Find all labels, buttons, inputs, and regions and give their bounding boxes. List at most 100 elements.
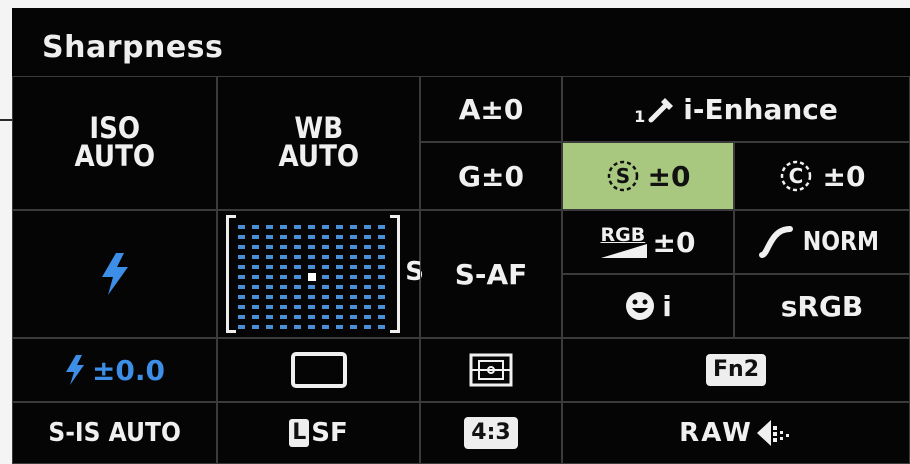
af-point: [308, 305, 315, 309]
af-point: [336, 315, 343, 319]
raw-label: RAW: [679, 418, 753, 448]
af-point: [322, 295, 329, 299]
wb-value: AUTO: [278, 139, 359, 173]
af-point: [336, 295, 343, 299]
drive-mode-setting[interactable]: [217, 338, 420, 402]
af-point: [308, 295, 315, 299]
af-point: [294, 315, 301, 319]
af-point: [350, 245, 357, 249]
af-point: [238, 265, 245, 269]
af-point: [350, 235, 357, 239]
gradation-curve-icon: [758, 225, 794, 259]
af-point: [322, 285, 329, 289]
af-point: [378, 315, 385, 319]
af-point: [364, 295, 371, 299]
stabilizer-setting[interactable]: S-IS AUTO: [12, 402, 217, 464]
wb-green-value: G±0: [458, 159, 524, 193]
af-point: [364, 265, 371, 269]
gradation-label: NORM: [802, 227, 880, 257]
af-point: [336, 285, 343, 289]
af-point: [308, 285, 315, 289]
color-space-setting[interactable]: sRGB: [734, 274, 910, 338]
flash-compensation-setting[interactable]: ±0.0: [12, 338, 217, 402]
magic-wand-icon: [647, 94, 677, 124]
saturation-label: RGB: [600, 224, 646, 246]
af-point: [364, 275, 371, 279]
flash-icon: [98, 251, 132, 297]
af-point: [280, 285, 287, 289]
af-point: [322, 245, 329, 249]
af-point: [238, 245, 245, 249]
af-point: [378, 225, 385, 229]
af-point: [252, 295, 259, 299]
contrast-icon: C: [779, 159, 813, 193]
white-balance-setting[interactable]: WB AUTO: [217, 76, 420, 210]
af-point: [378, 305, 385, 309]
picture-mode-setting[interactable]: 1 i-Enhance: [562, 76, 910, 142]
sharpness-setting[interactable]: S ±0: [562, 142, 734, 210]
image-quality-setting[interactable]: L SF: [217, 402, 420, 464]
fn2-setting[interactable]: Fn2: [562, 338, 910, 402]
stabilizer-label: S-IS AUTO: [48, 418, 181, 448]
af-point: [252, 255, 259, 259]
af-point: [322, 235, 329, 239]
af-point: [308, 325, 315, 329]
af-point: [308, 235, 315, 239]
iso-setting[interactable]: ISO AUTO: [12, 76, 217, 210]
aspect-ratio-badge: 4:3: [464, 417, 518, 449]
af-point: [252, 235, 259, 239]
wb-amber-adjust[interactable]: A±0: [420, 76, 562, 142]
af-point: [280, 295, 287, 299]
raw-setting[interactable]: RAW: [562, 402, 910, 464]
picture-mode-number: 1: [634, 106, 646, 126]
af-point: [238, 315, 245, 319]
af-point: [322, 275, 329, 279]
af-point: [336, 265, 343, 269]
af-point: [308, 245, 315, 249]
af-point: [252, 305, 259, 309]
wb-green-adjust[interactable]: G±0: [420, 142, 562, 210]
af-point: [378, 275, 385, 279]
af-point: [294, 265, 301, 269]
af-point: [364, 305, 371, 309]
af-point: [252, 325, 259, 329]
af-point: [364, 325, 371, 329]
contrast-setting[interactable]: C ±0: [734, 142, 910, 210]
af-point: [378, 285, 385, 289]
af-point: [238, 285, 245, 289]
af-point: [280, 245, 287, 249]
af-point: [252, 225, 259, 229]
face-priority-label: i: [662, 289, 672, 323]
af-point: [350, 305, 357, 309]
af-point: [322, 255, 329, 259]
face-priority-setting[interactable]: i: [562, 274, 734, 338]
single-frame-icon: [290, 352, 347, 388]
flash-mode-setting[interactable]: [12, 210, 217, 338]
af-point: [336, 325, 343, 329]
aspect-ratio-setting[interactable]: 4:3: [420, 402, 562, 464]
gradation-setting[interactable]: NORM: [734, 210, 910, 274]
af-point: [266, 245, 273, 249]
saturation-value: ±0: [652, 225, 696, 259]
af-point: [378, 255, 385, 259]
svg-text:S: S: [615, 164, 629, 188]
af-point: [336, 245, 343, 249]
af-point: [280, 315, 287, 319]
af-point: [364, 235, 371, 239]
image-size-badge: L: [289, 419, 310, 447]
af-mode-setting[interactable]: S-AF: [420, 210, 562, 338]
af-point: [266, 295, 273, 299]
raw-quality-icon: [756, 418, 793, 448]
af-point: [294, 225, 301, 229]
af-point: [280, 275, 287, 279]
af-point: [364, 315, 371, 319]
af-point: [364, 285, 371, 289]
af-point: [266, 265, 273, 269]
af-point: [322, 305, 329, 309]
metering-setting[interactable]: [420, 338, 562, 402]
af-point: [350, 325, 357, 329]
af-target-setting[interactable]: S: [217, 210, 424, 338]
panel-title: Sharpness: [42, 30, 224, 65]
af-point: [294, 305, 301, 309]
saturation-setting[interactable]: RGB ±0: [562, 210, 734, 274]
